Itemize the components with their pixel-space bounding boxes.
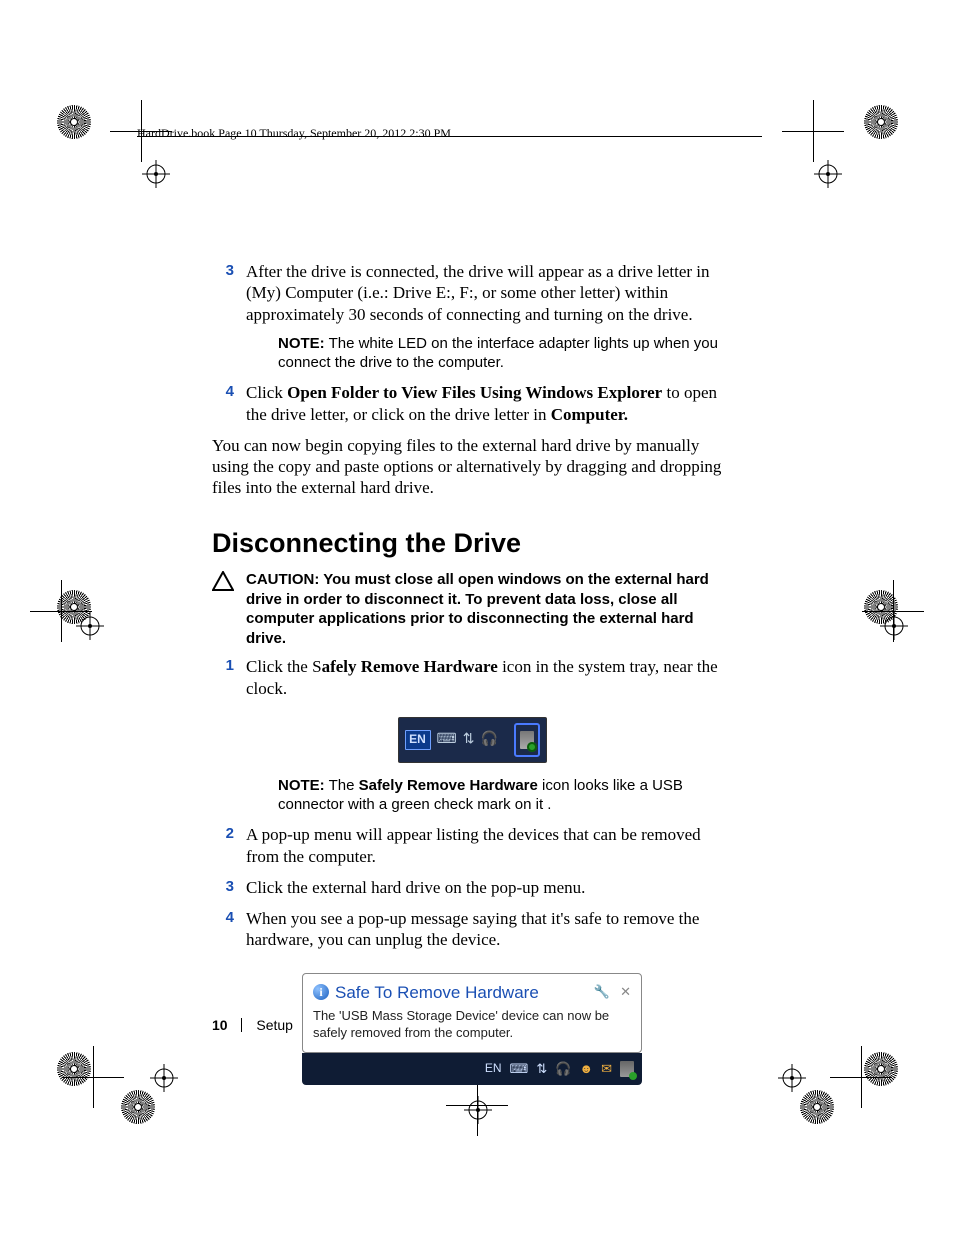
register-target-icon [880,612,908,640]
step-number: 2 [212,824,234,867]
caution-block: CAUTION: You must close all open windows… [212,570,732,648]
footer-separator [241,1018,242,1032]
register-target-icon [778,1064,806,1092]
step-3b: 3 Click the external hard drive on the p… [212,877,732,898]
step-1: 1 Click the Safely Remove Hardware icon … [212,656,732,699]
note-text: NOTE: The white LED on the interface ada… [278,335,732,373]
note-icon [246,335,268,355]
note-text: NOTE: The Safely Remove Hardware icon lo… [278,777,732,815]
step-4b: 4 When you see a pop-up message saying t… [212,908,732,951]
register-target-icon [464,1096,492,1124]
close-icon: ✕ [620,984,631,1000]
step-text: When you see a pop-up message saying tha… [246,908,732,951]
registration-mark-icon [864,105,898,139]
registration-mark-icon [121,1090,155,1124]
content-column: 3 After the drive is connected, the driv… [212,261,732,1085]
note-label: NOTE: [278,777,325,794]
step-text: After the drive is connected, the drive … [246,261,732,325]
note-label: NOTE: [278,335,325,352]
page-number: 10 [212,1017,228,1033]
face-icon: ☻ [579,1061,593,1077]
caution-icon [212,570,234,648]
language-badge: EN [485,1061,502,1076]
info-icon: i [313,984,329,1000]
network-icon: ⇅ [463,731,475,749]
step-number: 4 [212,908,234,951]
step-number: 3 [212,261,234,325]
register-target-icon [150,1064,178,1092]
registration-mark-icon [57,105,91,139]
balloon-body: The 'USB Mass Storage Device' device can… [313,1007,631,1042]
register-target-icon [76,612,104,640]
note-block: NOTE: The Safely Remove Hardware icon lo… [246,777,732,815]
balloon-title: Safe To Remove Hardware [335,982,539,1003]
taskbar: EN ⌨ ⇅ 🎧 ☻ ✉ [302,1053,642,1085]
language-badge: EN [405,730,431,750]
step-3: 3 After the drive is connected, the driv… [212,261,732,325]
step-4: 4 Click Open Folder to View Files Using … [212,382,732,425]
step-number: 3 [212,877,234,898]
balloon-titlebar: i Safe To Remove Hardware 🔧 ✕ [313,982,631,1003]
balloon-tools: 🔧 ✕ [594,984,631,1000]
systray-figure: EN ⌨ ⇅ 🎧 [398,717,547,763]
keyboard-icon: ⌨ [510,1061,529,1077]
body-paragraph: You can now begin copying files to the e… [212,435,732,499]
safely-remove-hardware-icon [514,723,540,757]
registration-mark-icon [800,1090,834,1124]
page: HardDrive.book Page 10 Thursday, Septemb… [0,0,954,1235]
safely-remove-hardware-icon [620,1061,634,1077]
step-number: 4 [212,382,234,425]
crop-mark-icon [830,1046,892,1108]
section-heading: Disconnecting the Drive [212,527,732,561]
caution-text: CAUTION: You must close all open windows… [246,570,732,648]
step-number: 1 [212,656,234,699]
step-text: A pop-up menu will appear listing the de… [246,824,732,867]
register-target-icon [142,160,170,188]
note-block: NOTE: The white LED on the interface ada… [246,335,732,373]
balloon: i Safe To Remove Hardware 🔧 ✕ The 'USB M… [302,973,642,1053]
crop-mark-icon [62,1046,124,1108]
register-target-icon [814,160,842,188]
note-icon [246,777,268,797]
step-text: Click the Safely Remove Hardware icon in… [246,656,732,699]
step-2: 2 A pop-up menu will appear listing the … [212,824,732,867]
step-text: Click the external hard drive on the pop… [246,877,732,898]
wrench-icon: 🔧 [594,984,610,1000]
step-text: Click Open Folder to View Files Using Wi… [246,382,732,425]
headphones-icon: 🎧 [555,1061,571,1077]
crop-mark-icon [782,100,844,162]
keyboard-icon: ⌨ [437,731,457,749]
mail-icon: ✉ [601,1061,612,1077]
headphones-icon: 🎧 [480,731,497,749]
footer-section: Setup [256,1017,293,1033]
running-head: HardDrive.book Page 10 Thursday, Septemb… [137,126,451,141]
balloon-figure: i Safe To Remove Hardware 🔧 ✕ The 'USB M… [302,973,642,1085]
network-icon: ⇅ [536,1061,547,1077]
page-footer: 10 Setup [212,1017,293,1033]
header-rule [137,136,762,137]
